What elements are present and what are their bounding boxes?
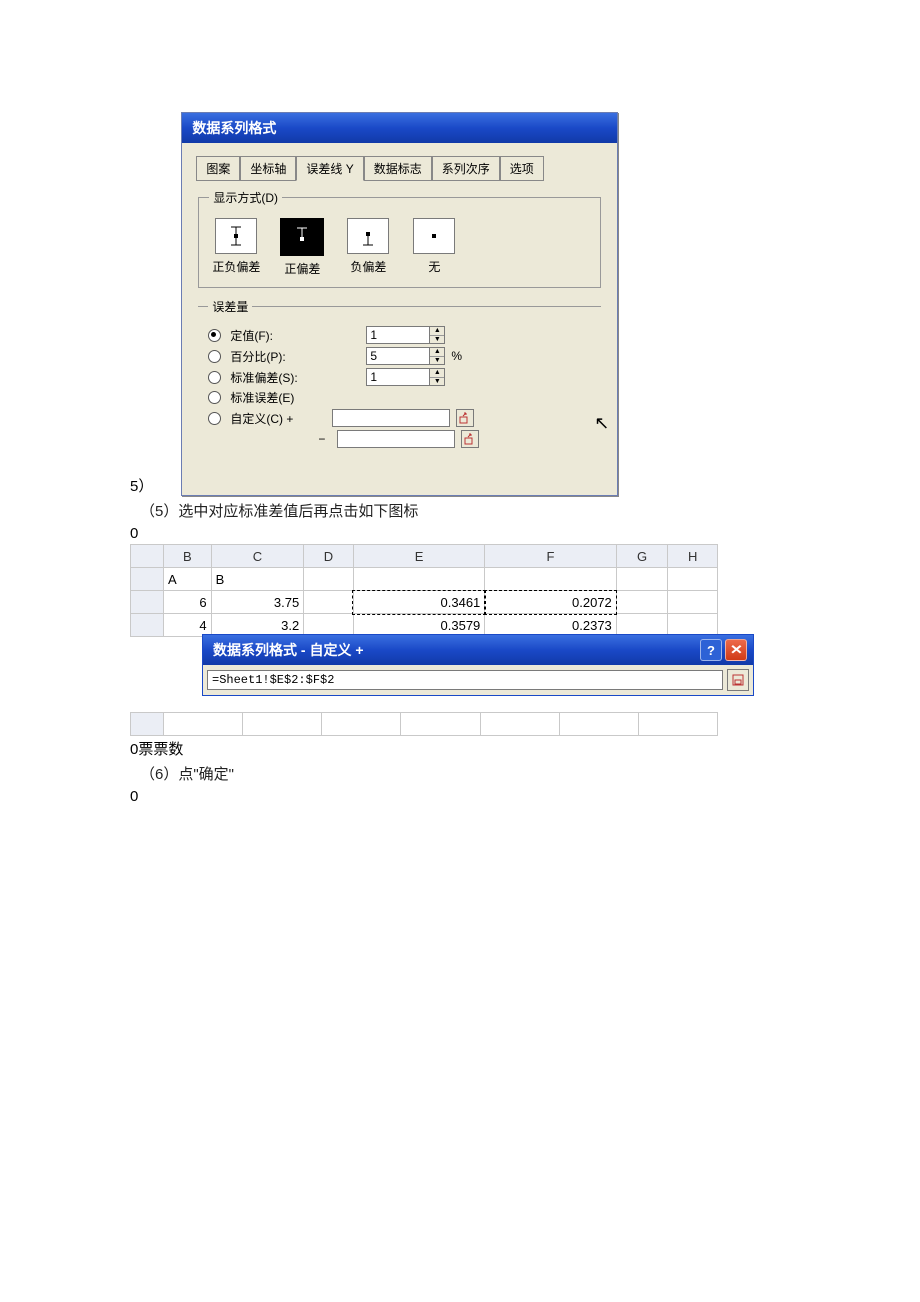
error-amount-group: 误差量 定值(F): ▲▼ 百分比(P): (198, 298, 601, 461)
spin-down-icon[interactable]: ▼ (430, 336, 444, 344)
format-data-series-dialog: 数据系列格式 图案 坐标轴 误差线 Y 数据标志 系列次序 选项 显示方式(D) (181, 112, 618, 496)
col-header-f[interactable]: F (485, 545, 617, 568)
radio-stderr[interactable] (208, 391, 221, 404)
radio-custom[interactable] (208, 412, 221, 425)
style-option-plus[interactable]: 正偏差 (275, 218, 329, 277)
tab-series-order[interactable]: 系列次序 (432, 156, 500, 181)
instruction-step-5: （5）选中对应标准差值后再点击如下图标 (140, 500, 790, 521)
col-header-b[interactable]: B (164, 545, 212, 568)
error-amount-legend: 误差量 (208, 298, 252, 315)
error-custom-minus-row: − (208, 430, 591, 448)
cell[interactable] (401, 713, 480, 736)
close-icon: ✕ (729, 642, 742, 658)
spin-down-icon[interactable]: ▼ (430, 357, 444, 365)
tab-axis[interactable]: 坐标轴 (240, 156, 296, 181)
error-fixed-row: 定值(F): ▲▼ (208, 326, 591, 344)
cell[interactable] (480, 713, 559, 736)
cell-selected[interactable]: 0.2072 (485, 591, 617, 614)
spin-up-icon[interactable]: ▲ (430, 369, 444, 378)
cell[interactable] (322, 713, 401, 736)
col-header-e[interactable]: E (353, 545, 485, 568)
collapsed-range-dialog: 数据系列格式 - 自定义 + ? ✕ (202, 634, 754, 696)
close-button[interactable]: ✕ (725, 639, 747, 661)
cell[interactable]: B (211, 568, 304, 591)
spin-up-icon[interactable]: ▲ (430, 327, 444, 336)
expand-icon (732, 674, 744, 686)
error-stddev-row: 标准偏差(S): ▲▼ (208, 368, 591, 386)
custom-minus-input[interactable] (337, 430, 455, 448)
error-stderr-row: 标准误差(E) (208, 389, 591, 406)
cell[interactable]: A (164, 568, 212, 591)
spreadsheet: B C D E F G H A B 6 3.75 (130, 544, 718, 736)
instruction-step-6: （6）点"确定" (140, 763, 790, 784)
cell[interactable] (304, 591, 354, 614)
dialog-title: 数据系列格式 (182, 113, 617, 143)
cell[interactable] (243, 713, 322, 736)
table-row: A B (131, 568, 718, 591)
col-header-h[interactable]: H (668, 545, 718, 568)
collapse-minus-button[interactable] (461, 430, 479, 448)
col-header-d[interactable]: D (304, 545, 354, 568)
table-row (131, 713, 718, 736)
radio-fixed[interactable] (208, 329, 221, 342)
cell[interactable] (164, 713, 243, 736)
doc-zero-3: 0 (130, 788, 790, 805)
tab-pattern[interactable]: 图案 (196, 156, 240, 181)
custom-plus-input[interactable] (332, 409, 450, 427)
tab-error-y[interactable]: 误差线 Y (296, 156, 363, 181)
style-option-both[interactable]: 正负偏差 (209, 218, 263, 277)
stddev-value-spinner[interactable]: ▲▼ (366, 368, 445, 386)
tabs-bar: 图案 坐标轴 误差线 Y 数据标志 系列次序 选项 (196, 155, 603, 180)
display-mode-group: 显示方式(D) 正负偏差 (198, 189, 601, 288)
pre-dialog-marker: 5） (130, 475, 153, 496)
spin-up-icon[interactable]: ▲ (430, 348, 444, 357)
spin-down-icon[interactable]: ▼ (430, 378, 444, 386)
collapse-plus-button[interactable] (456, 409, 474, 427)
cell[interactable]: 3.75 (211, 591, 304, 614)
cell[interactable] (559, 713, 638, 736)
expand-dialog-button[interactable] (727, 669, 749, 691)
cell[interactable] (668, 591, 718, 614)
cell-selected[interactable]: 0.3461 (353, 591, 485, 614)
cell[interactable] (485, 568, 617, 591)
cursor-icon: ↖ (594, 413, 609, 434)
percent-value-spinner[interactable]: ▲▼ (366, 347, 445, 365)
style-option-minus[interactable]: 负偏差 (341, 218, 395, 277)
tab-panel-error-y: 显示方式(D) 正负偏差 (196, 179, 603, 481)
range-formula-input[interactable] (207, 670, 723, 690)
cell[interactable] (616, 568, 668, 591)
radio-stddev[interactable] (208, 371, 221, 384)
error-custom-row: 自定义(C) + ↖ (208, 409, 591, 427)
corner-header[interactable] (131, 545, 164, 568)
display-mode-legend: 显示方式(D) (209, 189, 282, 206)
collapse-icon (459, 412, 471, 424)
cell[interactable] (353, 568, 485, 591)
style-option-none[interactable]: 无 (407, 218, 461, 277)
cell[interactable] (304, 568, 354, 591)
tab-options[interactable]: 选项 (500, 156, 544, 181)
fixed-value-spinner[interactable]: ▲▼ (366, 326, 445, 344)
column-header-row: B C D E F G H (131, 545, 718, 568)
doc-zero-1: 0 (130, 525, 790, 542)
cell[interactable] (668, 568, 718, 591)
tab-data-labels[interactable]: 数据标志 (364, 156, 432, 181)
cell[interactable]: 6 (164, 591, 212, 614)
table-row: 6 3.75 0.3461 0.2072 (131, 591, 718, 614)
cell[interactable] (638, 713, 717, 736)
radio-percent[interactable] (208, 350, 221, 363)
cell[interactable] (616, 591, 668, 614)
error-percent-row: 百分比(P): ▲▼ % (208, 347, 591, 365)
col-header-c[interactable]: C (211, 545, 304, 568)
help-button[interactable]: ? (700, 639, 722, 661)
doc-zero-2: 0票票数 (130, 738, 790, 759)
col-header-g[interactable]: G (616, 545, 668, 568)
collapse-icon (464, 433, 476, 445)
dialog2-title: 数据系列格式 - 自定义 + (213, 640, 364, 660)
